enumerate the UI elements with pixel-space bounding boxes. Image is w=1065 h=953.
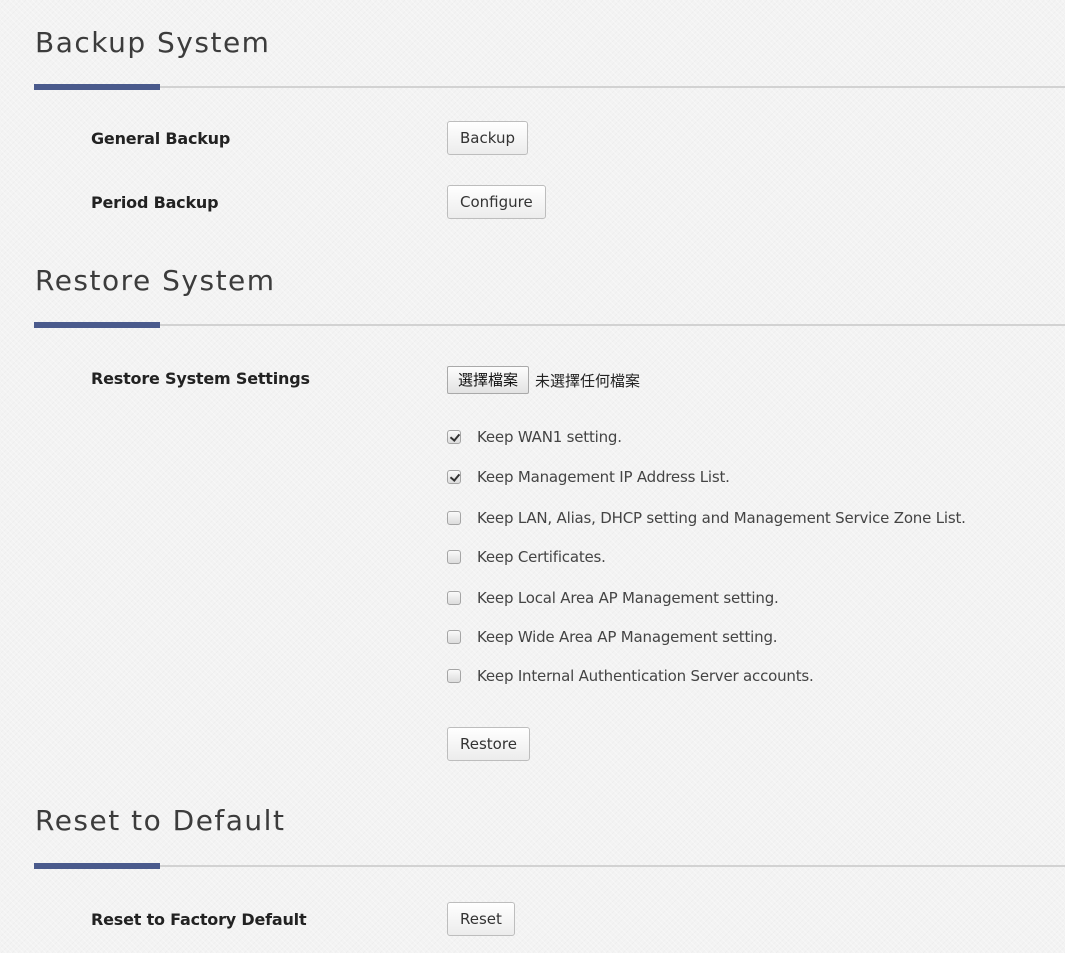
divider-accent [34, 84, 160, 90]
period-backup-label: Period Backup [91, 193, 219, 212]
keep-option-label: Keep LAN, Alias, DHCP setting and Manage… [477, 509, 966, 527]
backup-section-divider [34, 84, 1065, 90]
factory-default-label: Reset to Factory Default [91, 910, 307, 929]
keep-option-label: Keep Management IP Address List. [477, 468, 730, 486]
keep-option-label: Keep Certificates. [477, 548, 606, 566]
file-status-text: 未選擇任何檔案 [535, 371, 641, 390]
keep-option-row[interactable]: Keep Internal Authentication Server acco… [447, 666, 814, 686]
backup-section-title: Backup System [35, 26, 271, 59]
reset-section-divider [34, 863, 1065, 869]
restore-settings-label: Restore System Settings [91, 369, 310, 388]
configure-button[interactable]: Configure [447, 185, 546, 219]
keep-option-row[interactable]: Keep Certificates. [447, 547, 606, 567]
file-picker: 選擇檔案 未選擇任何檔案 [447, 366, 640, 394]
divider-accent [34, 863, 160, 869]
keep-option-checkbox[interactable] [447, 630, 461, 644]
reset-button[interactable]: Reset [447, 902, 515, 936]
keep-option-checkbox[interactable] [447, 669, 461, 683]
reset-section-title: Reset to Default [35, 804, 286, 837]
keep-option-checkbox[interactable] [447, 591, 461, 605]
general-backup-label: General Backup [91, 129, 231, 148]
restore-button[interactable]: Restore [447, 727, 530, 761]
keep-option-checkbox[interactable] [447, 430, 461, 444]
keep-option-row[interactable]: Keep WAN1 setting. [447, 427, 622, 447]
keep-option-label: Keep Wide Area AP Management setting. [477, 628, 778, 646]
restore-section-divider [34, 322, 1065, 328]
keep-option-checkbox[interactable] [447, 550, 461, 564]
backup-button[interactable]: Backup [447, 121, 528, 155]
keep-option-label: Keep Internal Authentication Server acco… [477, 667, 814, 685]
keep-option-row[interactable]: Keep LAN, Alias, DHCP setting and Manage… [447, 508, 966, 528]
keep-option-checkbox[interactable] [447, 470, 461, 484]
restore-section-title: Restore System [35, 264, 276, 297]
keep-option-row[interactable]: Keep Management IP Address List. [447, 467, 730, 487]
keep-option-row[interactable]: Keep Local Area AP Management setting. [447, 588, 779, 608]
keep-option-label: Keep Local Area AP Management setting. [477, 589, 779, 607]
divider-accent [34, 322, 160, 328]
keep-option-checkbox[interactable] [447, 511, 461, 525]
keep-option-label: Keep WAN1 setting. [477, 428, 622, 446]
keep-option-row[interactable]: Keep Wide Area AP Management setting. [447, 627, 778, 647]
choose-file-button[interactable]: 選擇檔案 [447, 366, 530, 394]
